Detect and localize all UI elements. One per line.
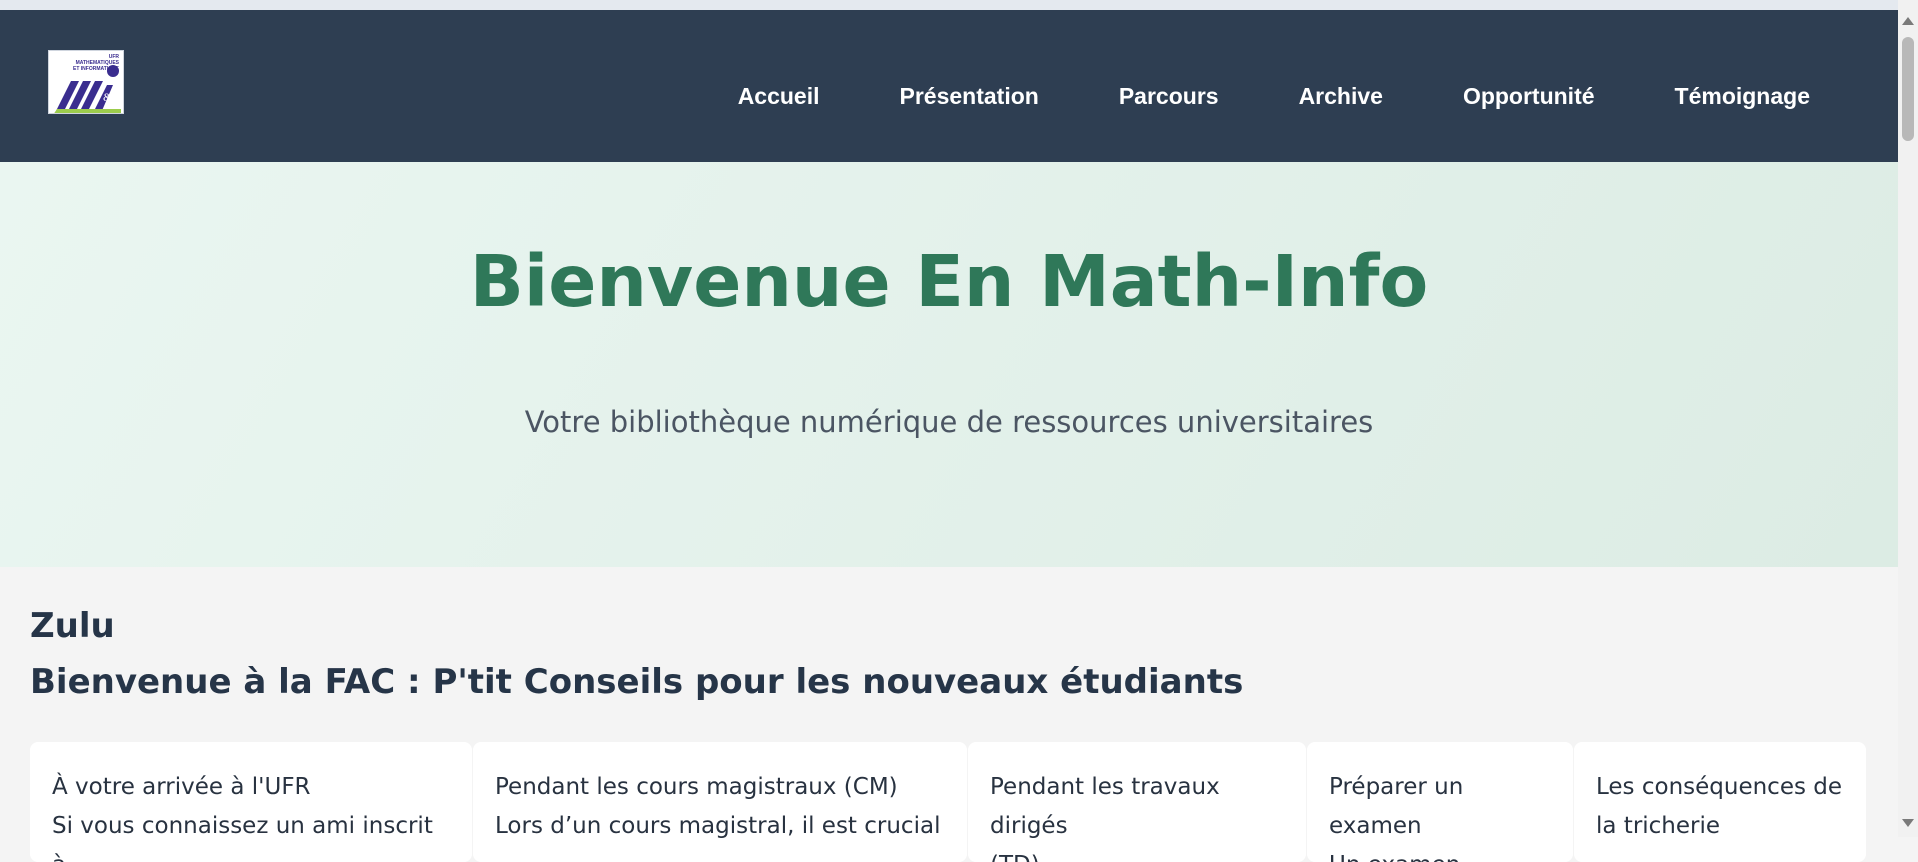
navbar: & UFR MATHEMATIQUES ET INFORMATIQUE Accu… [0, 10, 1898, 162]
scroll-up-arrow-icon[interactable] [1902, 17, 1914, 25]
card-text: Lors d’un cours magistral, il est crucia… [495, 813, 941, 839]
logo-line-info: ET INFORMATIQUE [72, 66, 119, 72]
scroll-thumb[interactable] [1902, 37, 1914, 141]
hero-subtitle: Votre bibliothèque numérique de ressourc… [524, 405, 1374, 439]
nav-parcours[interactable]: Parcours [1079, 75, 1259, 117]
advice-card-cm[interactable]: Pendant les cours magistraux (CM) Lors d… [473, 742, 967, 862]
nav-presentation[interactable]: Présentation [860, 75, 1079, 117]
card-text: la tricherie [1596, 813, 1721, 839]
nav-opportunite[interactable]: Opportunité [1423, 75, 1635, 117]
card-heading: À votre arrivée à l'UFR [52, 774, 311, 800]
advice-card-td[interactable]: Pendant les travaux dirigés (TD) [968, 742, 1306, 862]
hero-title: Bienvenue En Math-Info [469, 240, 1429, 323]
hero-banner: Bienvenue En Math-Info Votre bibliothèqu… [0, 162, 1898, 567]
vertical-scrollbar[interactable] [1898, 0, 1918, 837]
top-strip [0, 0, 1898, 10]
logo-caption: UFR MATHEMATIQUES ET INFORMATIQUE [73, 54, 119, 72]
card-text: (TD) [990, 846, 1284, 862]
card-heading: Pendant les travaux dirigés [990, 774, 1220, 839]
svg-text:&: & [103, 90, 113, 104]
card-heading: Préparer un examen [1329, 774, 1464, 839]
card-text: Si vous connaissez un ami inscrit à [52, 813, 433, 862]
nav-accueil[interactable]: Accueil [698, 75, 860, 117]
card-text: Un examen, [1329, 846, 1551, 862]
main-nav: Accueil Présentation Parcours Archive Op… [698, 75, 1898, 117]
section-name: Zulu [30, 606, 115, 646]
advice-card-examen[interactable]: Préparer un examen Un examen, [1307, 742, 1573, 862]
advice-cards: À votre arrivée à l'UFR Si vous connaiss… [30, 742, 1866, 862]
advice-card-tricherie[interactable]: Les conséquences de la tricherie [1574, 742, 1866, 862]
advice-card-arrivee[interactable]: À votre arrivée à l'UFR Si vous connaiss… [30, 742, 472, 862]
card-heading: Pendant les cours magistraux (CM) [495, 774, 898, 800]
nav-archive[interactable]: Archive [1259, 75, 1423, 117]
section-title: Bienvenue à la FAC : P'tit Conseils pour… [30, 662, 1244, 702]
card-heading: Les conséquences de [1596, 774, 1843, 800]
scroll-down-arrow-icon[interactable] [1902, 819, 1914, 827]
nav-temoignage[interactable]: Témoignage [1635, 75, 1898, 117]
ufr-logo[interactable]: & UFR MATHEMATIQUES ET INFORMATIQUE [48, 50, 124, 114]
